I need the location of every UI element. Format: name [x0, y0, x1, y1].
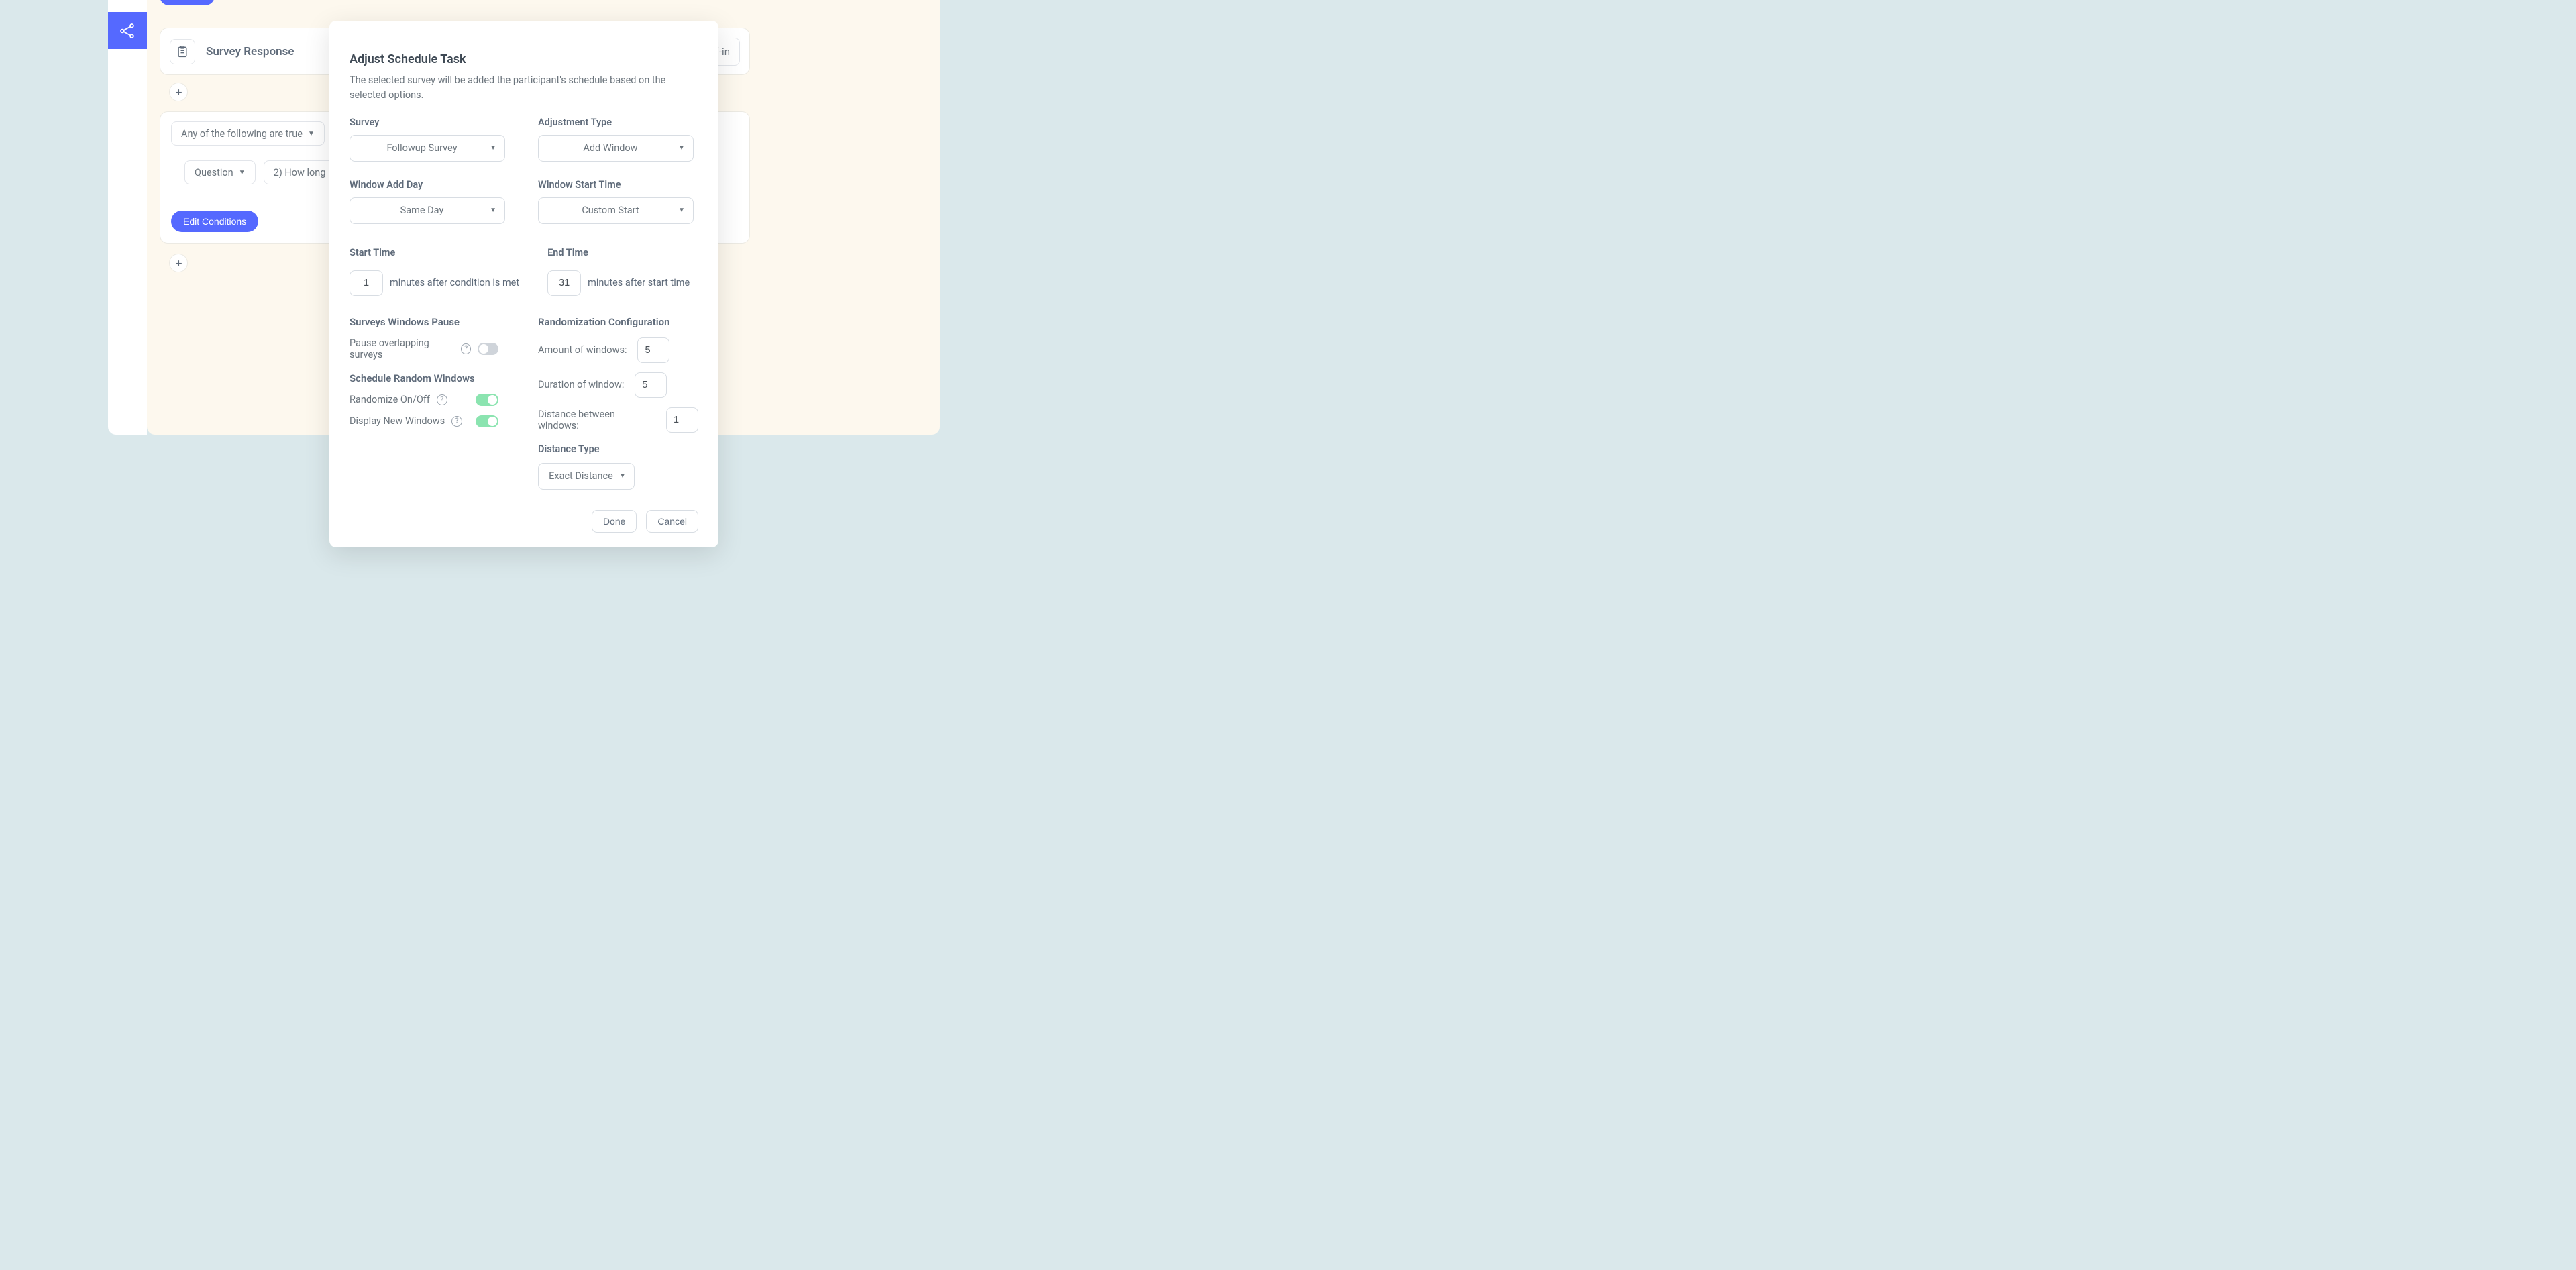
- question-chip[interactable]: Question ▼: [184, 160, 256, 184]
- schedule-random-heading: Schedule Random Windows: [350, 372, 510, 384]
- edit-conditions-button[interactable]: Edit Conditions: [171, 211, 258, 232]
- network-icon: [119, 22, 136, 40]
- duration-window-label: Duration of window:: [538, 379, 624, 390]
- survey-select-value: Followup Survey: [386, 142, 457, 154]
- display-new-windows-toggle[interactable]: [476, 415, 498, 427]
- adjustment-type-field: Adjustment Type Add Window ▼: [538, 117, 698, 162]
- distance-windows-label: Distance between windows:: [538, 409, 655, 431]
- help-icon[interactable]: ?: [437, 394, 447, 405]
- add-step-button-2[interactable]: [169, 254, 188, 272]
- rail-tab-flow[interactable]: [108, 12, 147, 49]
- done-button[interactable]: Done: [592, 510, 637, 533]
- chevron-down-icon: ▼: [678, 207, 685, 214]
- distance-type-value: Exact Distance: [549, 470, 613, 482]
- chevron-down-icon: ▼: [490, 144, 496, 152]
- window-add-day-field: Window Add Day Same Day ▼: [350, 179, 510, 224]
- window-add-day-value: Same Day: [400, 205, 444, 216]
- end-time-label: End Time: [547, 247, 698, 258]
- clipboard-icon-box: [170, 39, 195, 64]
- adjustment-type-select[interactable]: Add Window ▼: [538, 135, 694, 162]
- pause-overlapping-label: Pause overlapping surveys: [350, 337, 454, 360]
- modal-title: Adjust Schedule Task: [350, 52, 698, 66]
- chevron-down-icon: ▼: [308, 130, 315, 138]
- adjustment-type-label: Adjustment Type: [538, 117, 698, 128]
- window-add-day-label: Window Add Day: [350, 179, 510, 191]
- window-start-time-field: Window Start Time Custom Start ▼: [538, 179, 698, 224]
- window-start-time-select[interactable]: Custom Start ▼: [538, 197, 694, 224]
- window-start-time-label: Window Start Time: [538, 179, 698, 191]
- end-time-input[interactable]: [547, 270, 581, 296]
- done-label: Done: [603, 516, 625, 527]
- adjustment-type-value: Add Window: [583, 142, 637, 154]
- start-time-suffix: minutes after condition is met: [390, 277, 519, 288]
- end-time-suffix: minutes after start time: [588, 277, 690, 288]
- distance-type-label: Distance Type: [538, 443, 698, 455]
- pause-heading: Surveys Windows Pause: [350, 316, 510, 328]
- amount-windows-input[interactable]: [637, 337, 669, 363]
- modal-description: The selected survey will be added the pa…: [350, 73, 698, 103]
- amount-windows-label: Amount of windows:: [538, 344, 627, 356]
- distance-windows-input[interactable]: [666, 407, 698, 433]
- start-time-label: Start Time: [350, 247, 519, 258]
- randomize-onoff-toggle[interactable]: [476, 394, 498, 406]
- pause-overlapping-toggle[interactable]: [478, 343, 498, 355]
- start-time-field: Start Time minutes after condition is me…: [350, 247, 519, 296]
- survey-field: Survey Followup Survey ▼: [350, 117, 510, 162]
- clipboard-icon: [176, 44, 189, 59]
- plus-icon: [174, 88, 183, 97]
- add-step-button-1[interactable]: [169, 83, 188, 101]
- cancel-label: Cancel: [657, 516, 687, 527]
- start-time-input[interactable]: [350, 270, 383, 296]
- end-time-field: End Time minutes after start time: [547, 247, 698, 296]
- top-pill-button[interactable]: [160, 0, 215, 5]
- left-rail: [108, 0, 147, 435]
- chevron-down-icon: ▼: [619, 472, 626, 480]
- plus-icon: [174, 259, 183, 268]
- chevron-down-icon: ▼: [678, 144, 685, 152]
- edit-conditions-label: Edit Conditions: [183, 216, 246, 227]
- window-add-day-select[interactable]: Same Day ▼: [350, 197, 505, 224]
- survey-label: Survey: [350, 117, 510, 128]
- window-start-time-value: Custom Start: [582, 205, 639, 216]
- duration-window-input[interactable]: [635, 372, 667, 398]
- help-icon[interactable]: ?: [461, 343, 471, 354]
- randomize-onoff-label: Randomize On/Off: [350, 394, 430, 405]
- chevron-down-icon: ▼: [490, 207, 496, 214]
- survey-response-title: Survey Response: [206, 45, 294, 58]
- adjust-schedule-modal: Adjust Schedule Task The selected survey…: [329, 21, 718, 547]
- question-chip-label: Question: [195, 167, 233, 178]
- cancel-button[interactable]: Cancel: [646, 510, 698, 533]
- survey-select[interactable]: Followup Survey ▼: [350, 135, 505, 162]
- display-new-windows-label: Display New Windows: [350, 415, 445, 427]
- random-config-heading: Randomization Configuration: [538, 316, 698, 328]
- distance-type-select[interactable]: Exact Distance ▼: [538, 463, 635, 490]
- any-following-chip[interactable]: Any of the following are true ▼: [171, 121, 325, 146]
- help-icon[interactable]: ?: [451, 416, 462, 427]
- chevron-down-icon: ▼: [239, 169, 246, 176]
- any-following-label: Any of the following are true: [181, 128, 303, 140]
